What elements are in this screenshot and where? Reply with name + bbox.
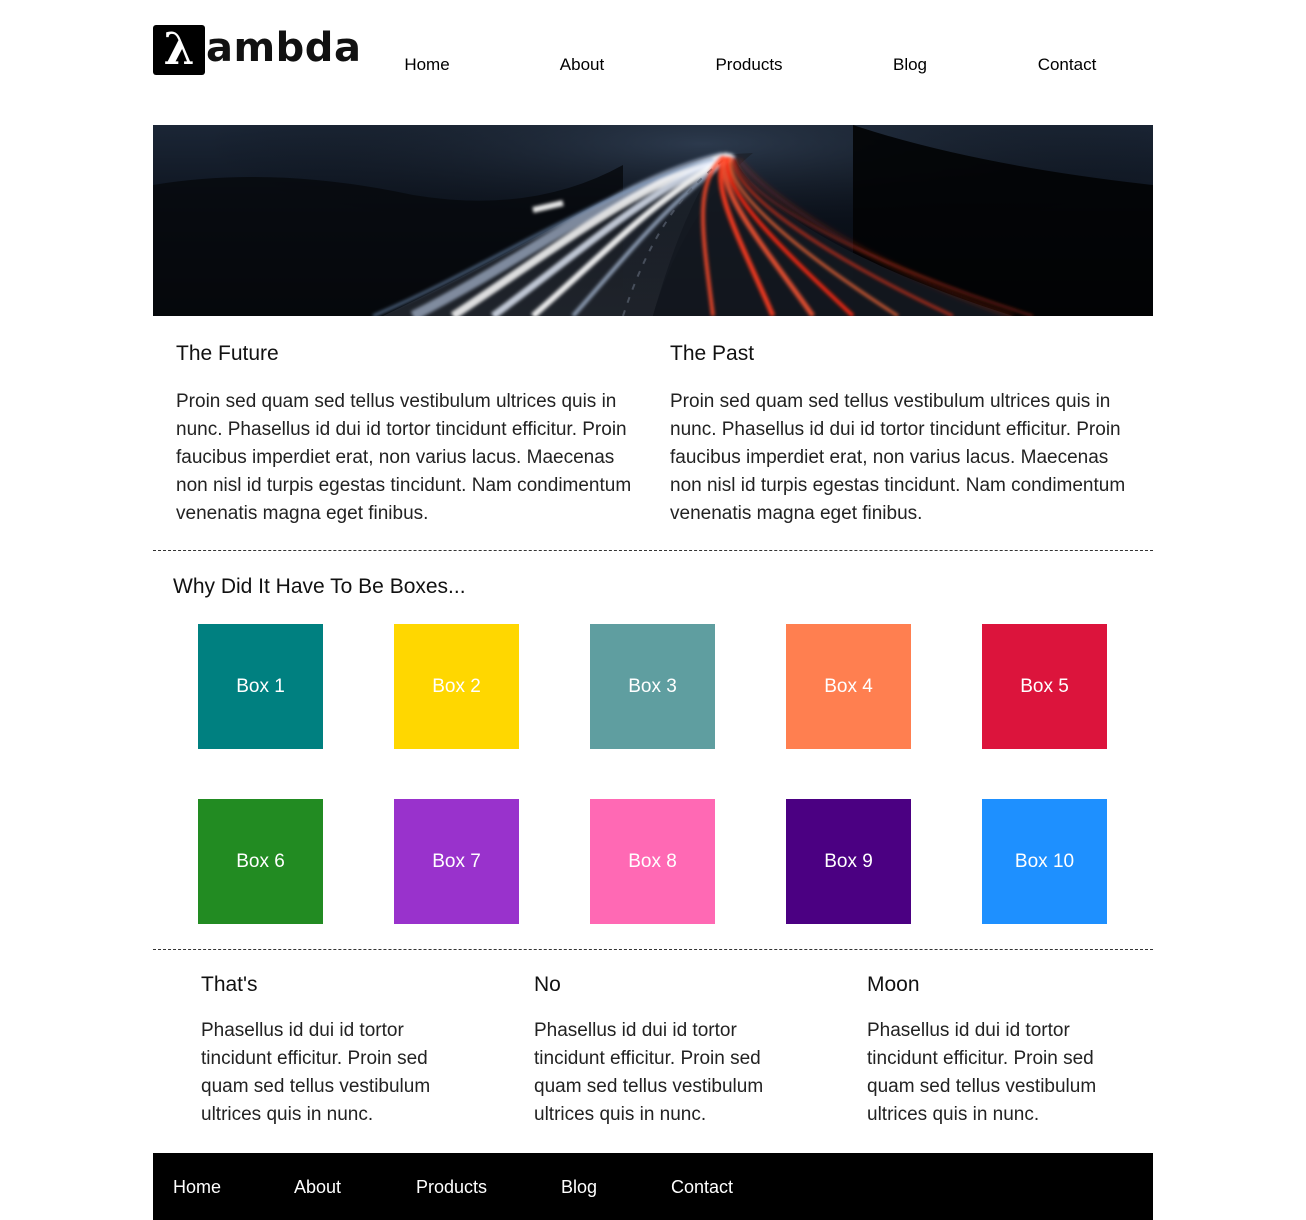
box-label: Box 8 — [628, 850, 677, 872]
box-label: Box 2 — [432, 675, 481, 697]
section-text: Proin sed quam sed tellus vestibulum ult… — [670, 391, 1126, 524]
section-heading: That's — [201, 973, 258, 996]
section-heading: No — [534, 973, 561, 996]
light-trails-image — [153, 125, 1153, 316]
dashed-divider — [153, 550, 1153, 551]
section-text: Phasellus id dui id tortor tincidunt eff… — [867, 1020, 1097, 1125]
footer-contact-link[interactable]: Contact — [671, 1177, 733, 1198]
logo-text: ambda — [206, 25, 362, 71]
hero-image — [153, 125, 1153, 316]
box-label: Box 3 — [628, 675, 677, 697]
box-1: Box 1 — [198, 624, 323, 749]
box-4: Box 4 — [786, 624, 911, 749]
nav-blog-link[interactable]: Blog — [893, 55, 927, 75]
section-text: Phasellus id dui id tortor tincidunt eff… — [534, 1020, 764, 1125]
section-heading: Moon — [867, 973, 920, 996]
intro-column-future: The Future Proin sed quam sed tellus ves… — [176, 342, 646, 528]
box-label: Box 4 — [824, 675, 873, 697]
nav-home-link[interactable]: Home — [404, 55, 449, 75]
header: λ ambda Home About Products Blog Contact — [153, 0, 1153, 125]
box-3: Box 3 — [590, 624, 715, 749]
footer-home-link[interactable]: Home — [173, 1177, 221, 1198]
bottom-column-thats: That's Phasellus id dui id tortor tincid… — [201, 973, 471, 1129]
nav-contact-link[interactable]: Contact — [1038, 55, 1097, 75]
box-label: Box 10 — [1014, 850, 1075, 872]
box-10: Box 10 — [982, 799, 1107, 924]
footer-products-link[interactable]: Products — [416, 1177, 487, 1198]
section-text: Phasellus id dui id tortor tincidunt eff… — [201, 1020, 431, 1125]
nav-products-link[interactable]: Products — [715, 55, 782, 75]
box-6: Box 6 — [198, 799, 323, 924]
section-heading: The Past — [670, 342, 755, 365]
box-9: Box 9 — [786, 799, 911, 924]
box-7: Box 7 — [394, 799, 519, 924]
bottom-column-moon: Moon Phasellus id dui id tortor tincidun… — [867, 973, 1137, 1129]
nav-about-link[interactable]: About — [560, 55, 604, 75]
section-heading: The Future — [176, 342, 279, 365]
footer-nav: Home About Products Blog Contact — [153, 1153, 1153, 1220]
box-2: Box 2 — [394, 624, 519, 749]
box-label: Box 7 — [432, 850, 481, 872]
box-label: Box 5 — [1020, 675, 1069, 697]
box-5: Box 5 — [982, 624, 1107, 749]
page: λ ambda Home About Products Blog Contact — [153, 0, 1153, 1220]
box-label: Box 6 — [236, 850, 285, 872]
footer-about-link[interactable]: About — [294, 1177, 341, 1198]
lambda-logo-icon: λ — [153, 25, 205, 75]
bottom-column-no: No Phasellus id dui id tortor tincidunt … — [534, 973, 804, 1129]
dashed-divider — [153, 949, 1153, 950]
box-label: Box 9 — [824, 850, 873, 872]
intro-column-past: The Past Proin sed quam sed tellus vesti… — [670, 342, 1140, 528]
box-8: Box 8 — [590, 799, 715, 924]
logo[interactable]: λ ambda — [153, 25, 361, 75]
box-label: Box 1 — [236, 675, 285, 697]
boxes-heading: Why Did It Have To Be Boxes... — [173, 575, 466, 598]
section-text: Proin sed quam sed tellus vestibulum ult… — [176, 391, 632, 524]
footer-blog-link[interactable]: Blog — [561, 1177, 597, 1198]
